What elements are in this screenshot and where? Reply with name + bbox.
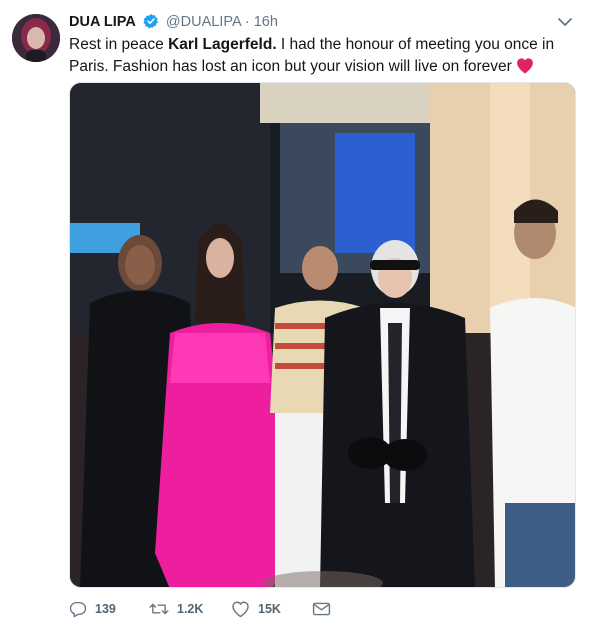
reply-button[interactable]: 139 (69, 598, 116, 620)
envelope-icon (312, 602, 331, 616)
tweet-text-mention: Karl Lagerfeld. (168, 36, 277, 53)
reply-count: 139 (95, 602, 116, 616)
tweet-card[interactable]: DUA LIPA @DUALIPA · 16h Rest in peace Ka… (0, 0, 589, 631)
verified-icon (143, 13, 159, 35)
red-heart-emoji-icon (516, 57, 534, 81)
tweet-photo[interactable] (69, 82, 576, 588)
display-name[interactable]: DUA LIPA (69, 14, 136, 30)
avatar[interactable] (12, 14, 60, 62)
timestamp[interactable]: 16h (254, 14, 278, 30)
like-count: 15K (258, 602, 281, 616)
retweet-button[interactable]: 1.2K (149, 598, 203, 620)
heart-icon (232, 601, 249, 618)
direct-message-button[interactable] (312, 598, 331, 620)
reply-icon (69, 601, 87, 618)
retweet-icon (149, 603, 169, 615)
tweet-text-part1: Rest in peace (69, 36, 169, 53)
tweet-actions: 139 1.2K 15K (69, 598, 569, 620)
like-button[interactable]: 15K (231, 598, 281, 620)
chevron-down-icon[interactable] (555, 14, 575, 30)
tweet-text: Rest in peace Karl Lagerfeld. I had the … (69, 34, 575, 81)
handle[interactable]: @DUALIPA (166, 14, 241, 30)
tweet-header: DUA LIPA @DUALIPA · 16h (69, 12, 278, 35)
separator-dot: · (244, 14, 250, 30)
retweet-count: 1.2K (177, 602, 204, 616)
